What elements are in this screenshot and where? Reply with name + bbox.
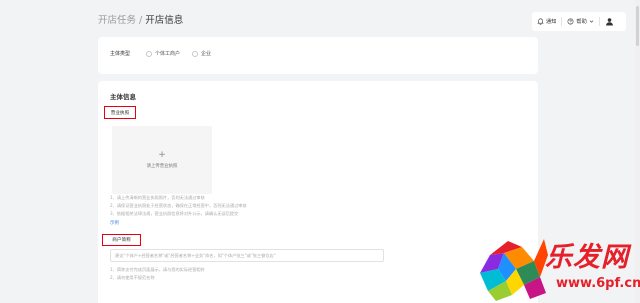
- radio-label: 个体工商户: [155, 51, 181, 57]
- entity-type-card: 主体类型 个体工商户 企业: [98, 37, 538, 74]
- entity-type-option-individual[interactable]: 个体工商户: [146, 50, 180, 57]
- radio-circle[interactable]: [146, 50, 153, 57]
- shop-name-notes: 1、简称支付完成页面展示，请与您的实际经营相符 2、请勿使用不规范名称: [110, 266, 205, 282]
- upload-hint: 请上传营业执照: [146, 164, 178, 169]
- breadcrumb: 开店任务 / 开店信息: [98, 12, 183, 26]
- user-avatar-icon: [605, 18, 613, 26]
- bell-icon: [537, 18, 544, 25]
- user-menu-button[interactable]: [600, 12, 619, 31]
- entity-type-option-company[interactable]: 企业: [192, 50, 211, 57]
- help-label: 帮助: [576, 19, 587, 25]
- plus-icon: +: [158, 150, 166, 160]
- chevron-down-icon: [589, 20, 593, 23]
- watermark-brand: 乐发网: [545, 242, 629, 273]
- breadcrumb-parent-link[interactable]: 开店任务: [98, 15, 136, 26]
- note-line: 2、请保证营业执照处于经营状态，确保在正常经营中，否则无法通过审核: [110, 203, 247, 208]
- license-notes: 1、请上传清晰的营业执照照片，否则无法通过审核 2、请保证营业执照处于经营状态，…: [110, 194, 247, 218]
- note-line: 2、请勿使用不规范名称: [110, 275, 155, 280]
- watermark-url: www.6pf.cn: [556, 276, 640, 291]
- note-line: 1、请上传清晰的营业执照照片，否则无法通过审核: [110, 195, 205, 200]
- help-menu-button[interactable]: 帮助: [562, 12, 598, 31]
- license-label: 营业执照: [110, 110, 130, 116]
- entity-type-label: 主体类型: [110, 51, 131, 57]
- radio-circle[interactable]: [192, 50, 199, 57]
- scroll-thumb[interactable]: [636, 6, 639, 46]
- top-toolbar: 通知 帮助: [532, 12, 626, 31]
- note-line: 3、依据相关法律法规，营业执照信息将对外公示，请确认无误后提交: [110, 211, 239, 216]
- license-upload-area[interactable]: + 请上传营业执照: [112, 126, 212, 194]
- breadcrumb-separator: /: [139, 15, 143, 26]
- note-line: 1、简称支付完成页面展示，请与您的实际经营相符: [110, 267, 205, 272]
- shop-name-label-highlight: 商户简称: [102, 234, 141, 246]
- radio-label: 企业: [201, 51, 212, 57]
- entity-info-card: 主体信息 营业执照 + 请上传营业执照 1、请上传清晰的营业执照照片，否则无法通…: [98, 81, 538, 303]
- question-circle-icon: [567, 18, 574, 25]
- notify-label: 通知: [546, 19, 557, 25]
- page-title: 开店信息: [145, 15, 184, 26]
- section-title: 主体信息: [110, 93, 136, 101]
- license-label-highlight: 营业执照: [104, 106, 136, 119]
- notify-button[interactable]: 通知: [532, 12, 561, 31]
- shop-name-input[interactable]: 建议"个体户+经营者名称"或"经营者名称+业务"命名，如"个体户张三"或"张三餐…: [110, 249, 384, 262]
- entity-type-row: 主体类型 个体工商户 企业: [110, 50, 223, 57]
- example-link[interactable]: 示例: [110, 220, 119, 226]
- shop-name-label: 商户简称: [112, 238, 131, 243]
